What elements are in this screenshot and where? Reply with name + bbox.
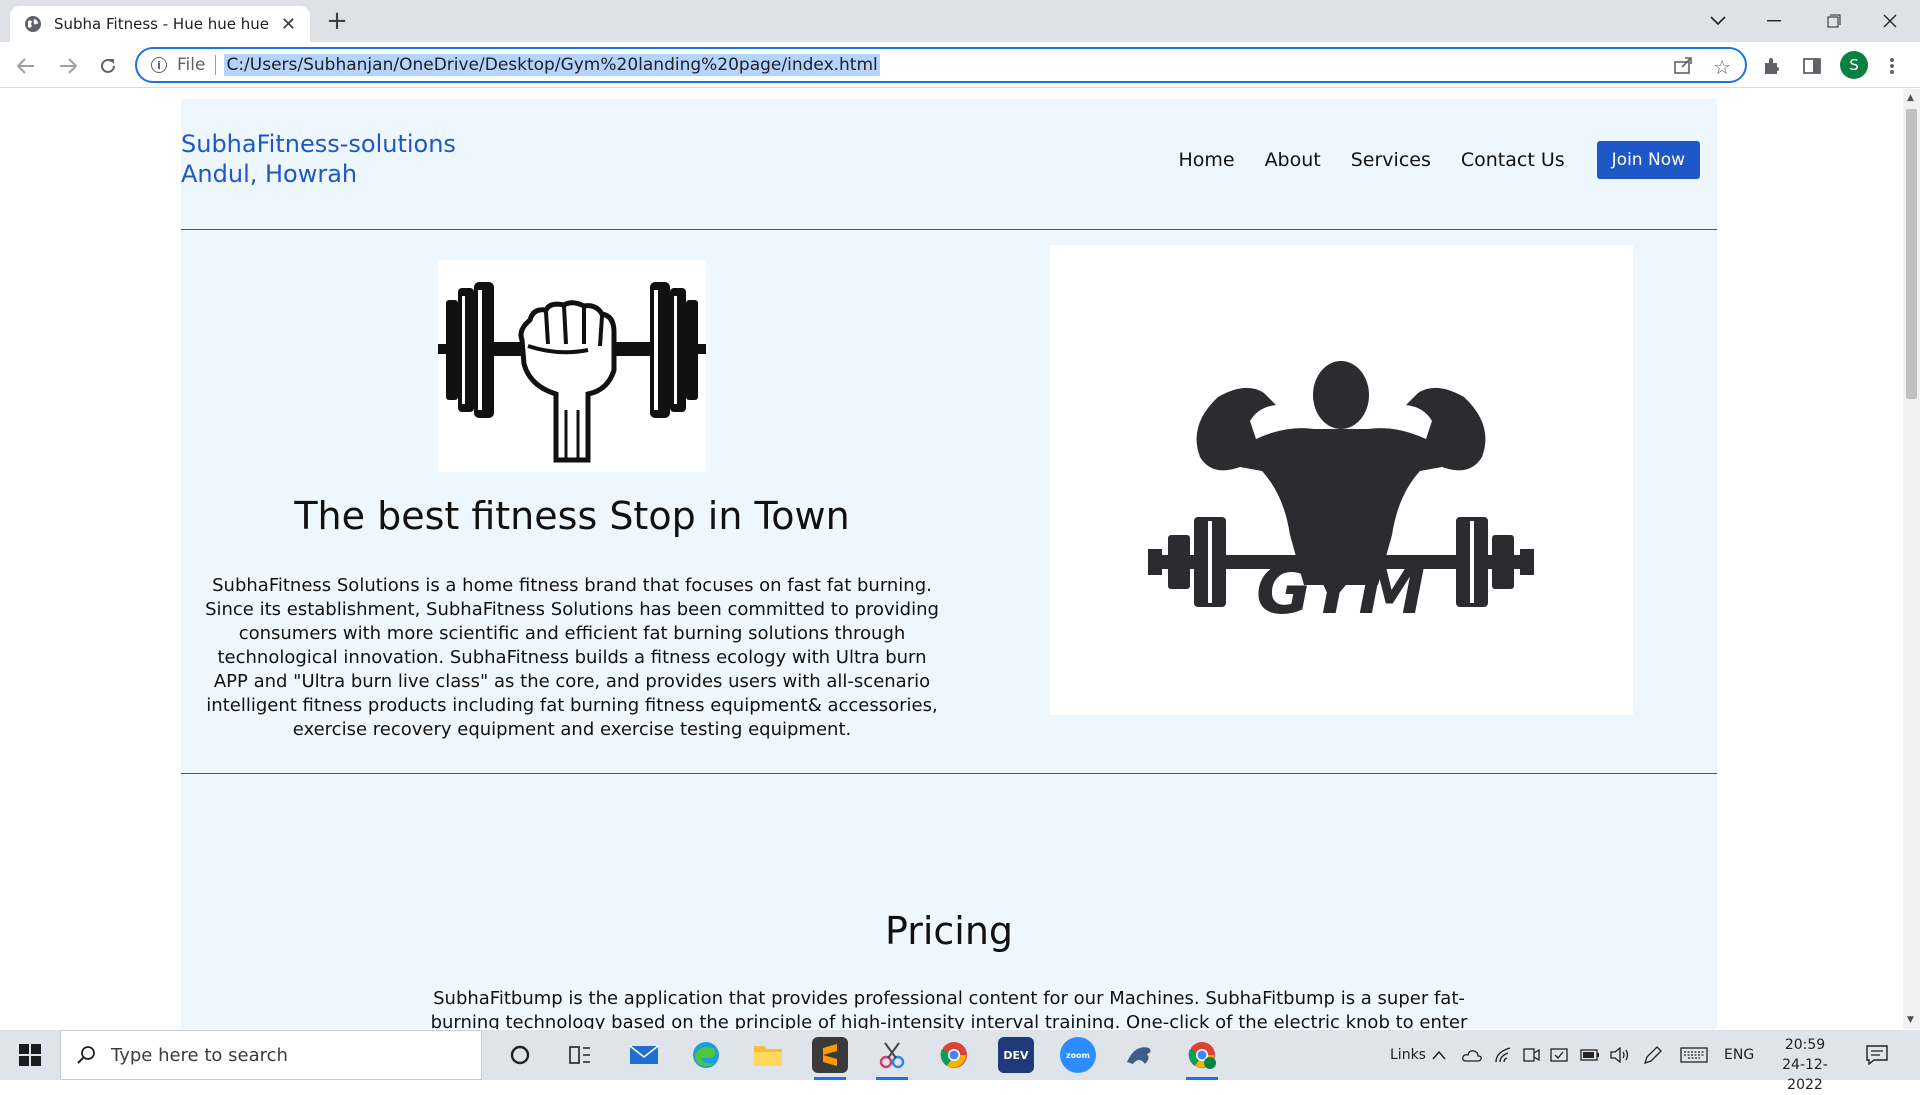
side-panel-icon[interactable] [1800, 54, 1824, 78]
section-divider [181, 773, 1717, 774]
hero-title: The best fitness Stop in Town [294, 494, 850, 538]
site-brand[interactable]: SubhaFitness-solutions Andul, Howrah [181, 129, 456, 189]
site-nav: Home About Services Contact Us Join Now [1148, 141, 1700, 179]
zoom-icon[interactable]: zoom [1060, 1037, 1096, 1073]
scroll-down-arrow-icon[interactable]: ▼ [1907, 1015, 1914, 1025]
brand-line-2: Andul, Howrah [181, 160, 358, 188]
nav-home[interactable]: Home [1178, 149, 1234, 171]
pricing-description: SubhaFitbump is the application that pro… [430, 988, 1468, 1029]
scroll-up-arrow-icon[interactable]: ▲ [1907, 93, 1914, 103]
battery-icon[interactable] [1580, 1030, 1600, 1080]
windows-start-icon[interactable] [0, 1030, 60, 1080]
close-tab-icon[interactable]: ✕ [281, 14, 296, 35]
dev-cpp-icon[interactable]: DEV [998, 1037, 1034, 1073]
snipping-tool-icon[interactable] [874, 1037, 910, 1080]
nav-contact-us[interactable]: Contact Us [1461, 149, 1565, 171]
tray-chevron-icon[interactable] [1432, 1030, 1446, 1080]
dumbbell-fist-image [438, 260, 706, 472]
pricing-title: Pricing [884, 909, 1014, 953]
edge-browser-icon[interactable] [688, 1037, 724, 1073]
scheme-label: File [177, 55, 206, 75]
share-icon[interactable] [1673, 55, 1693, 79]
task-view-icon[interactable] [562, 1037, 598, 1073]
menu-kebab-icon[interactable] [1880, 54, 1904, 78]
close-window-button[interactable] [1862, 0, 1918, 42]
chrome-profile-icon[interactable] [1184, 1037, 1220, 1080]
search-icon [77, 1046, 95, 1064]
brand-line-1: SubhaFitness-solutions [181, 130, 456, 158]
language-indicator[interactable]: ENG [1724, 1030, 1754, 1080]
url-text[interactable]: C:/Users/Subhanjan/OneDrive/Desktop/Gym%… [224, 54, 880, 76]
sublime-text-icon[interactable] [812, 1037, 848, 1080]
mail-icon[interactable] [626, 1037, 662, 1073]
profile-avatar[interactable]: S [1840, 51, 1868, 79]
tab-strip: Subha Fitness - Hue hue hue ✕ + [0, 0, 1920, 42]
taskbar-clock[interactable]: 20:59 24-12-2022 [1765, 1035, 1845, 1095]
browser-toolbar: i File C:/Users/Subhanjan/OneDrive/Deskt… [0, 42, 1920, 88]
gym-bodybuilder-logo-image: GYM [1050, 245, 1633, 715]
mysql-workbench-icon[interactable] [1122, 1037, 1158, 1073]
windows-taskbar: Type here to search DEV zoom Links ENG 2… [0, 1030, 1920, 1093]
scroll-thumb[interactable] [1906, 109, 1917, 399]
join-now-button[interactable]: Join Now [1596, 141, 1700, 179]
language-label: ENG [1724, 1047, 1755, 1063]
touch-keyboard-icon[interactable] [1680, 1030, 1708, 1080]
pen-workspace-icon[interactable] [1642, 1030, 1662, 1080]
reload-icon[interactable] [92, 50, 124, 82]
meet-now-icon[interactable] [1522, 1030, 1540, 1080]
nav-about[interactable]: About [1265, 149, 1321, 171]
globe-icon [25, 16, 41, 32]
network-icon[interactable] [1494, 1030, 1512, 1080]
forward-arrow-icon[interactable] [52, 50, 84, 82]
clock-time: 20:59 [1784, 1037, 1826, 1053]
browser-tab[interactable]: Subha Fitness - Hue hue hue ✕ [10, 6, 310, 42]
hero-description: SubhaFitness Solutions is a home fitness… [205, 575, 939, 740]
nav-services[interactable]: Services [1351, 149, 1431, 171]
page-scrollbar[interactable]: ▲ ▼ [1903, 89, 1920, 1029]
taskbar-search-box[interactable]: Type here to search [60, 1030, 482, 1080]
chrome-icon[interactable] [936, 1037, 972, 1073]
clock-date: 24-12-2022 [1782, 1057, 1828, 1093]
file-explorer-icon[interactable] [750, 1037, 786, 1073]
address-separator [215, 55, 217, 75]
page-viewport: SubhaFitness-solutions Andul, Howrah Hom… [0, 89, 1903, 1029]
tab-search-icon[interactable] [1690, 0, 1746, 42]
volume-icon[interactable] [1610, 1030, 1630, 1080]
notification-icon[interactable] [1866, 1030, 1888, 1080]
back-arrow-icon[interactable] [10, 50, 42, 82]
extensions-icon[interactable] [1760, 54, 1784, 78]
address-bar[interactable]: i File C:/Users/Subhanjan/OneDrive/Deskt… [135, 47, 1747, 83]
cortana-icon[interactable] [502, 1037, 538, 1073]
tab-title: Subha Fitness - Hue hue hue [54, 15, 269, 33]
landing-page: SubhaFitness-solutions Andul, Howrah Hom… [181, 99, 1717, 1029]
info-icon[interactable]: i [151, 57, 167, 73]
gym-logo-text: GYM [1256, 551, 1426, 630]
header-divider [181, 229, 1717, 230]
action-icon[interactable] [1550, 1030, 1568, 1080]
minimize-button[interactable] [1746, 0, 1802, 42]
new-tab-button[interactable]: + [322, 6, 352, 36]
restore-button[interactable] [1806, 0, 1862, 42]
onedrive-icon[interactable] [1462, 1030, 1482, 1080]
links-toolbar[interactable]: Links [1390, 1030, 1426, 1080]
links-label: Links [1390, 1047, 1426, 1063]
bookmark-star-icon[interactable]: ☆ [1713, 55, 1731, 79]
search-placeholder: Type here to search [111, 1044, 288, 1066]
